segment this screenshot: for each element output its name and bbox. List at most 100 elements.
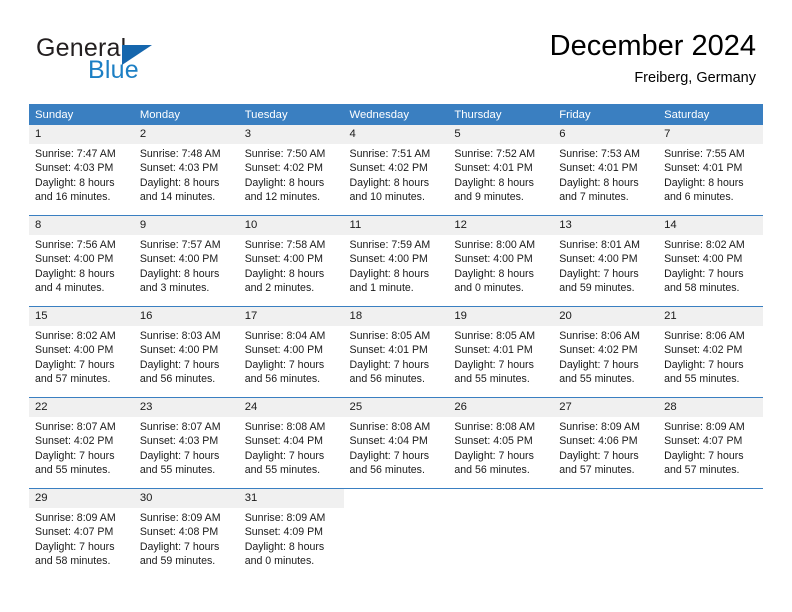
day-cell[interactable]: 31 Sunrise: 8:09 AM Sunset: 4:09 PM Dayligh… — [238, 488, 344, 579]
day-cell[interactable]: 11 Sunrise: 7:59 AM Sunset: 4:00 PM Dayligh… — [343, 215, 449, 307]
day-details: Sunrise: 7:51 AM Sunset: 4:02 PM Daylight:… — [344, 144, 449, 204]
calendar-week-row: 29 Sunrise: 8:09 AM Sunset: 4:07 PM Dayligh… — [29, 488, 763, 579]
day-cell[interactable]: 3 Sunrise: 7:50 AM Sunset: 4:02 PM Daylight… — [238, 125, 344, 216]
daylight-text-line2: and 9 minutes. — [454, 190, 524, 203]
daylight-text-line1: Daylight: 7 hours — [35, 449, 115, 462]
daylight-text-line1: Daylight: 8 hours — [244, 267, 325, 280]
sunset-text: Sunset: 4:00 PM — [559, 253, 638, 266]
daylight-text-line2: and 0 minutes. — [454, 281, 524, 294]
day-cell[interactable]: 1 Sunrise: 7:47 AM Sunset: 4:03 PM Daylight… — [29, 125, 134, 216]
daylight-text-line2: and 6 minutes. — [664, 190, 734, 203]
sunrise-text: Sunrise: 8:09 AM — [244, 512, 326, 524]
calendar-body: 1 Sunrise: 7:47 AM Sunset: 4:03 PM Daylight… — [29, 125, 763, 579]
sunrise-text: Sunrise: 8:06 AM — [664, 330, 745, 342]
day-cell[interactable]: 5 Sunrise: 7:52 AM Sunset: 4:01 PM Daylight… — [448, 125, 554, 216]
day-cell[interactable]: 4 Sunrise: 7:51 AM Sunset: 4:02 PM Daylight… — [343, 125, 449, 216]
general-blue-logo[interactable]: General Blue — [36, 36, 236, 86]
sunset-text: Sunset: 4:00 PM — [244, 344, 324, 357]
daylight-text-line1: Daylight: 8 hours — [454, 176, 534, 189]
day-number: 1 — [29, 125, 134, 144]
day-cell[interactable]: 6 Sunrise: 7:53 AM Sunset: 4:01 PM Daylight… — [553, 125, 659, 216]
day-cell[interactable]: 2 Sunrise: 7:48 AM Sunset: 4:03 PM Daylight… — [133, 125, 239, 216]
day-cell-empty — [448, 488, 554, 579]
day-details: Sunrise: 7:58 AM Sunset: 4:00 PM Daylight:… — [239, 235, 344, 295]
sunset-text: Sunset: 4:09 PM — [244, 526, 324, 539]
day-cell[interactable]: 7 Sunrise: 7:55 AM Sunset: 4:01 PM Daylight… — [658, 125, 763, 216]
day-cell[interactable]: 10 Sunrise: 7:58 AM Sunset: 4:00 PM Dayligh… — [238, 215, 344, 307]
day-cell[interactable]: 19 Sunrise: 8:05 AM Sunset: 4:01 PM Dayligh… — [448, 306, 554, 398]
day-cell[interactable]: 28 Sunrise: 8:09 AM Sunset: 4:07 PM Dayligh… — [658, 397, 763, 489]
daylight-text-line1: Daylight: 8 hours — [139, 267, 220, 280]
day-details: Sunrise: 7:53 AM Sunset: 4:01 PM Daylight:… — [553, 144, 658, 204]
day-number: 10 — [238, 216, 344, 235]
day-cell[interactable]: 23 Sunrise: 8:07 AM Sunset: 4:03 PM Dayligh… — [133, 397, 239, 489]
day-number: 13 — [553, 216, 659, 235]
sunrise-text: Sunrise: 8:02 AM — [35, 330, 116, 342]
daylight-text-line2: and 0 minutes. — [244, 554, 315, 567]
daylight-text-line1: Daylight: 7 hours — [349, 358, 430, 371]
day-cell[interactable]: 27 Sunrise: 8:09 AM Sunset: 4:06 PM Dayligh… — [553, 397, 659, 489]
daylight-text-line2: and 57 minutes. — [35, 372, 111, 385]
daylight-text-line2: and 56 minutes. — [139, 372, 216, 385]
daylight-text-line2: and 55 minutes. — [454, 372, 530, 385]
daylight-text-line2: and 56 minutes. — [349, 372, 425, 385]
daylight-text-line2: and 14 minutes. — [139, 190, 216, 203]
day-cell[interactable]: 24 Sunrise: 8:08 AM Sunset: 4:04 PM Dayligh… — [238, 397, 344, 489]
day-details: Sunrise: 8:09 AM Sunset: 4:06 PM Daylight:… — [553, 417, 658, 477]
day-cell[interactable]: 26 Sunrise: 8:08 AM Sunset: 4:05 PM Dayligh… — [448, 397, 554, 489]
day-cell[interactable]: 22 Sunrise: 8:07 AM Sunset: 4:02 PM Dayligh… — [29, 397, 134, 489]
weekday-header-saturday: Saturday — [658, 104, 763, 125]
sunset-text: Sunset: 4:04 PM — [244, 435, 324, 448]
day-cell[interactable]: 21 Sunrise: 8:06 AM Sunset: 4:02 PM Dayligh… — [658, 306, 763, 398]
daylight-text-line1: Daylight: 8 hours — [664, 176, 744, 189]
sunrise-text: Sunrise: 7:59 AM — [349, 239, 431, 251]
daylight-text-line2: and 57 minutes. — [664, 463, 740, 476]
daylight-text-line2: and 55 minutes. — [139, 463, 216, 476]
daylight-text-line2: and 59 minutes. — [559, 281, 635, 294]
daylight-text-line1: Daylight: 8 hours — [559, 176, 639, 189]
day-cell[interactable]: 17 Sunrise: 8:04 AM Sunset: 4:00 PM Dayligh… — [238, 306, 344, 398]
daylight-text-line2: and 1 minute. — [349, 281, 414, 294]
day-cell[interactable]: 8 Sunrise: 7:56 AM Sunset: 4:00 PM Daylight… — [29, 215, 134, 307]
day-details: Sunrise: 7:52 AM Sunset: 4:01 PM Daylight:… — [448, 144, 553, 204]
day-cell[interactable]: 15 Sunrise: 8:02 AM Sunset: 4:00 PM Dayligh… — [29, 306, 134, 398]
day-cell[interactable]: 18 Sunrise: 8:05 AM Sunset: 4:01 PM Dayligh… — [343, 306, 449, 398]
sunrise-text: Sunrise: 7:58 AM — [244, 239, 326, 251]
page-header: General Blue December 2024 Freiberg, Ger… — [0, 0, 792, 100]
calendar-week-row: 8 Sunrise: 7:56 AM Sunset: 4:00 PM Daylight… — [29, 215, 763, 307]
daylight-text-line1: Daylight: 8 hours — [244, 540, 325, 553]
day-number: 14 — [658, 216, 763, 235]
day-details: Sunrise: 7:47 AM Sunset: 4:03 PM Daylight:… — [29, 144, 134, 204]
daylight-text-line2: and 10 minutes. — [349, 190, 425, 203]
sunset-text: Sunset: 4:00 PM — [244, 253, 324, 266]
day-cell[interactable]: 25 Sunrise: 8:08 AM Sunset: 4:04 PM Dayligh… — [343, 397, 449, 489]
sunset-text: Sunset: 4:02 PM — [664, 344, 743, 357]
day-number: 19 — [448, 307, 554, 326]
day-cell[interactable]: 16 Sunrise: 8:03 AM Sunset: 4:00 PM Dayligh… — [133, 306, 239, 398]
day-cell[interactable]: 14 Sunrise: 8:02 AM Sunset: 4:00 PM Dayligh… — [658, 215, 763, 307]
day-number: 12 — [448, 216, 554, 235]
sunset-text: Sunset: 4:04 PM — [349, 435, 428, 448]
page-title: December 2024 — [549, 30, 756, 62]
daylight-text-line1: Daylight: 7 hours — [454, 449, 534, 462]
day-details: Sunrise: 7:50 AM Sunset: 4:02 PM Daylight:… — [239, 144, 344, 204]
day-cell[interactable]: 29 Sunrise: 8:09 AM Sunset: 4:07 PM Dayligh… — [29, 488, 134, 579]
sunrise-text: Sunrise: 8:07 AM — [35, 421, 116, 433]
day-details: Sunrise: 8:02 AM Sunset: 4:00 PM Daylight:… — [29, 326, 134, 386]
daylight-text-line2: and 2 minutes. — [244, 281, 315, 294]
sunrise-text: Sunrise: 8:05 AM — [349, 330, 431, 342]
day-cell[interactable]: 12 Sunrise: 8:00 AM Sunset: 4:00 PM Dayligh… — [448, 215, 554, 307]
day-cell[interactable]: 20 Sunrise: 8:06 AM Sunset: 4:02 PM Dayligh… — [553, 306, 659, 398]
day-cell[interactable]: 13 Sunrise: 8:01 AM Sunset: 4:00 PM Dayligh… — [553, 215, 659, 307]
day-cell[interactable]: 9 Sunrise: 7:57 AM Sunset: 4:00 PM Daylight… — [133, 215, 239, 307]
weekday-header-thursday: Thursday — [448, 104, 554, 125]
day-number: 11 — [343, 216, 449, 235]
calendar-page: General Blue December 2024 Freiberg, Ger… — [0, 0, 792, 612]
day-cell-empty — [553, 488, 659, 579]
day-number: 9 — [133, 216, 239, 235]
daylight-text-line2: and 55 minutes. — [559, 372, 635, 385]
daylight-text-line1: Daylight: 8 hours — [139, 176, 220, 189]
daylight-text-line1: Daylight: 7 hours — [244, 358, 325, 371]
day-cell[interactable]: 30 Sunrise: 8:09 AM Sunset: 4:08 PM Dayligh… — [133, 488, 239, 579]
sunset-text: Sunset: 4:06 PM — [559, 435, 638, 448]
